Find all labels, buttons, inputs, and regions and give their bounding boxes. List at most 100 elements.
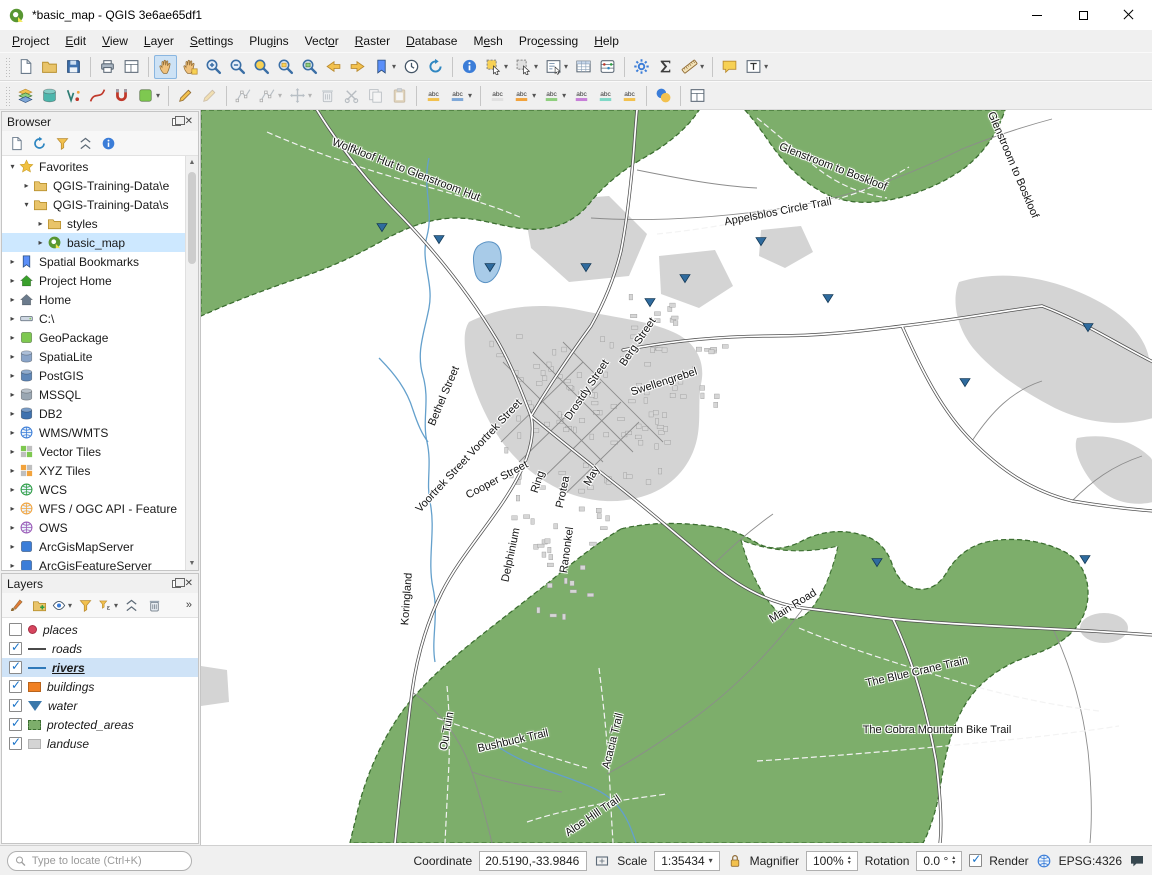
menu-plugins[interactable]: Plugins [241, 31, 296, 51]
chevron-right-icon[interactable]: ▸ [6, 314, 19, 323]
browser-item-db2[interactable]: ▸DB2 [2, 404, 198, 423]
menu-mesh[interactable]: Mesh [465, 31, 510, 51]
layer-item-roads[interactable]: roads [2, 639, 198, 658]
layer-item-water[interactable]: water [2, 696, 198, 715]
title-bar[interactable]: *basic_map - QGIS 3e6ae65df1 [0, 0, 1152, 30]
deselect-features-button[interactable]: ▾ [512, 55, 541, 79]
chevron-down-icon[interactable]: ▾ [6, 162, 19, 171]
select-by-form-button[interactable]: ▾ [542, 55, 571, 79]
manage-map-themes-button[interactable]: ▾ [52, 595, 72, 615]
browser-item-c-[interactable]: ▸C:\ [2, 309, 198, 328]
chevron-right-icon[interactable]: ▸ [6, 276, 19, 285]
chevron-right-icon[interactable]: ▸ [6, 390, 19, 399]
show-layout-manager-button[interactable] [120, 55, 143, 79]
chevron-down-icon[interactable]: ▾ [20, 200, 33, 209]
open-data-source-manager-button[interactable] [14, 84, 37, 108]
chevron-right-icon[interactable]: ▸ [6, 295, 19, 304]
extents-toggle-icon[interactable] [594, 853, 610, 869]
attribute-grid-button[interactable] [686, 84, 709, 108]
measure-line-dropdown-icon[interactable]: ▾ [700, 62, 704, 71]
chevron-right-icon[interactable]: ▸ [6, 485, 19, 494]
refresh-map-button[interactable] [424, 55, 447, 79]
temporal-controller-button[interactable] [400, 55, 423, 79]
select-features-button[interactable]: ▾ [482, 55, 511, 79]
project-open-button[interactable] [38, 55, 61, 79]
add-mesh-layer-button[interactable] [86, 84, 109, 108]
add-delimited-text-layer-button[interactable] [110, 84, 133, 108]
menu-settings[interactable]: Settings [182, 31, 241, 51]
add-raster-layer-button[interactable] [62, 84, 85, 108]
layer-item-rivers[interactable]: rivers [2, 658, 198, 677]
layer-item-landuse[interactable]: landuse [2, 734, 198, 753]
scale-combo[interactable]: 1:35434 [654, 851, 719, 871]
layer-diagram-options-dropdown-icon[interactable]: ▾ [468, 91, 472, 100]
new-print-layout-button[interactable] [96, 55, 119, 79]
menu-vector[interactable]: Vector [297, 31, 347, 51]
rotate-label-button[interactable] [594, 84, 617, 108]
layer-visibility-checkbox[interactable] [9, 680, 22, 693]
map-canvas[interactable]: Wolfkloof Hut to Glenstroom HutGlenstroo… [200, 110, 1152, 845]
browser-item-spatialite[interactable]: ▸SpatiaLite [2, 347, 198, 366]
show-properties-button[interactable] [98, 133, 118, 153]
new-geopackage-layer-button[interactable]: ▾ [134, 84, 163, 108]
browser-item-project-home[interactable]: ▸Project Home [2, 271, 198, 290]
python-console-button[interactable] [652, 84, 675, 108]
new-spatial-bookmark-button[interactable]: ▾ [370, 55, 399, 79]
browser-close-button[interactable]: ✕ [185, 117, 193, 127]
layers-toolbar-overflow[interactable]: » [186, 599, 194, 611]
field-calculator-button[interactable] [596, 55, 619, 79]
layer-diagram-options-button[interactable]: ▾ [446, 84, 475, 108]
menu-processing[interactable]: Processing [511, 31, 586, 51]
open-attribute-table-button[interactable] [572, 55, 595, 79]
chevron-right-icon[interactable]: ▸ [20, 181, 33, 190]
browser-item-styles[interactable]: ▸styles [2, 214, 198, 233]
menu-project[interactable]: Project [4, 31, 57, 51]
chevron-right-icon[interactable]: ▸ [6, 428, 19, 437]
rotation-spinbox[interactable]: 0.0 ° [916, 851, 962, 871]
browser-item-arcgisfeatureserver[interactable]: ▸ArcGisFeatureServer [2, 556, 198, 570]
locate-input[interactable] [30, 854, 184, 868]
layers-close-button[interactable]: ✕ [185, 579, 193, 589]
zoom-to-selection-button[interactable] [274, 55, 297, 79]
chevron-right-icon[interactable]: ▸ [6, 504, 19, 513]
messages-icon[interactable] [1129, 853, 1145, 869]
chevron-right-icon[interactable]: ▸ [6, 257, 19, 266]
locate-box[interactable] [7, 851, 192, 871]
chevron-right-icon[interactable]: ▸ [6, 447, 19, 456]
browser-item-qgis-training-data-s[interactable]: ▾QGIS-Training-Data\s [2, 195, 198, 214]
toggle-editing-button[interactable] [174, 84, 197, 108]
coordinate-input[interactable] [479, 851, 587, 871]
deselect-features-dropdown-icon[interactable]: ▾ [534, 62, 538, 71]
pin-unpin-labels-dropdown-icon[interactable]: ▾ [532, 91, 536, 100]
browser-item-wfs-ogc-api-feature[interactable]: ▸WFS / OGC API - Feature [2, 499, 198, 518]
zoom-to-layer-button[interactable] [298, 55, 321, 79]
menu-raster[interactable]: Raster [347, 31, 398, 51]
pan-to-selection-button[interactable] [178, 55, 201, 79]
browser-item-vector-tiles[interactable]: ▸Vector Tiles [2, 442, 198, 461]
layer-visibility-checkbox[interactable] [9, 718, 22, 731]
remove-layer-button[interactable] [144, 595, 164, 615]
zoom-in-button[interactable] [202, 55, 225, 79]
pan-map-button[interactable] [154, 55, 177, 79]
select-features-dropdown-icon[interactable]: ▾ [504, 62, 508, 71]
menu-database[interactable]: Database [398, 31, 465, 51]
new-geopackage-layer-dropdown-icon[interactable]: ▾ [156, 91, 160, 100]
chevron-right-icon[interactable]: ▸ [6, 333, 19, 342]
browser-item-basic-map[interactable]: ▸basic_map [2, 233, 198, 252]
toolbar-grip[interactable] [5, 86, 10, 106]
layer-visibility-checkbox[interactable] [9, 699, 22, 712]
chevron-right-icon[interactable]: ▸ [6, 523, 19, 532]
project-new-button[interactable] [14, 55, 37, 79]
filter-by-expression-button[interactable]: ▾ [98, 595, 118, 615]
layer-item-protected_areas[interactable]: protected_areas [2, 715, 198, 734]
scroll-down-icon[interactable]: ▼ [186, 557, 198, 570]
layer-item-places[interactable]: places [2, 620, 198, 639]
menu-edit[interactable]: Edit [57, 31, 94, 51]
zoom-next-button[interactable] [346, 55, 369, 79]
project-save-button[interactable] [62, 55, 85, 79]
browser-item-arcgismapserver[interactable]: ▸ArcGisMapServer [2, 537, 198, 556]
move-feature-dropdown-icon[interactable]: ▾ [308, 91, 312, 100]
vertex-tool-dropdown-icon[interactable]: ▾ [278, 91, 282, 100]
browser-float-button[interactable] [172, 118, 181, 126]
chevron-right-icon[interactable]: ▸ [6, 561, 19, 570]
